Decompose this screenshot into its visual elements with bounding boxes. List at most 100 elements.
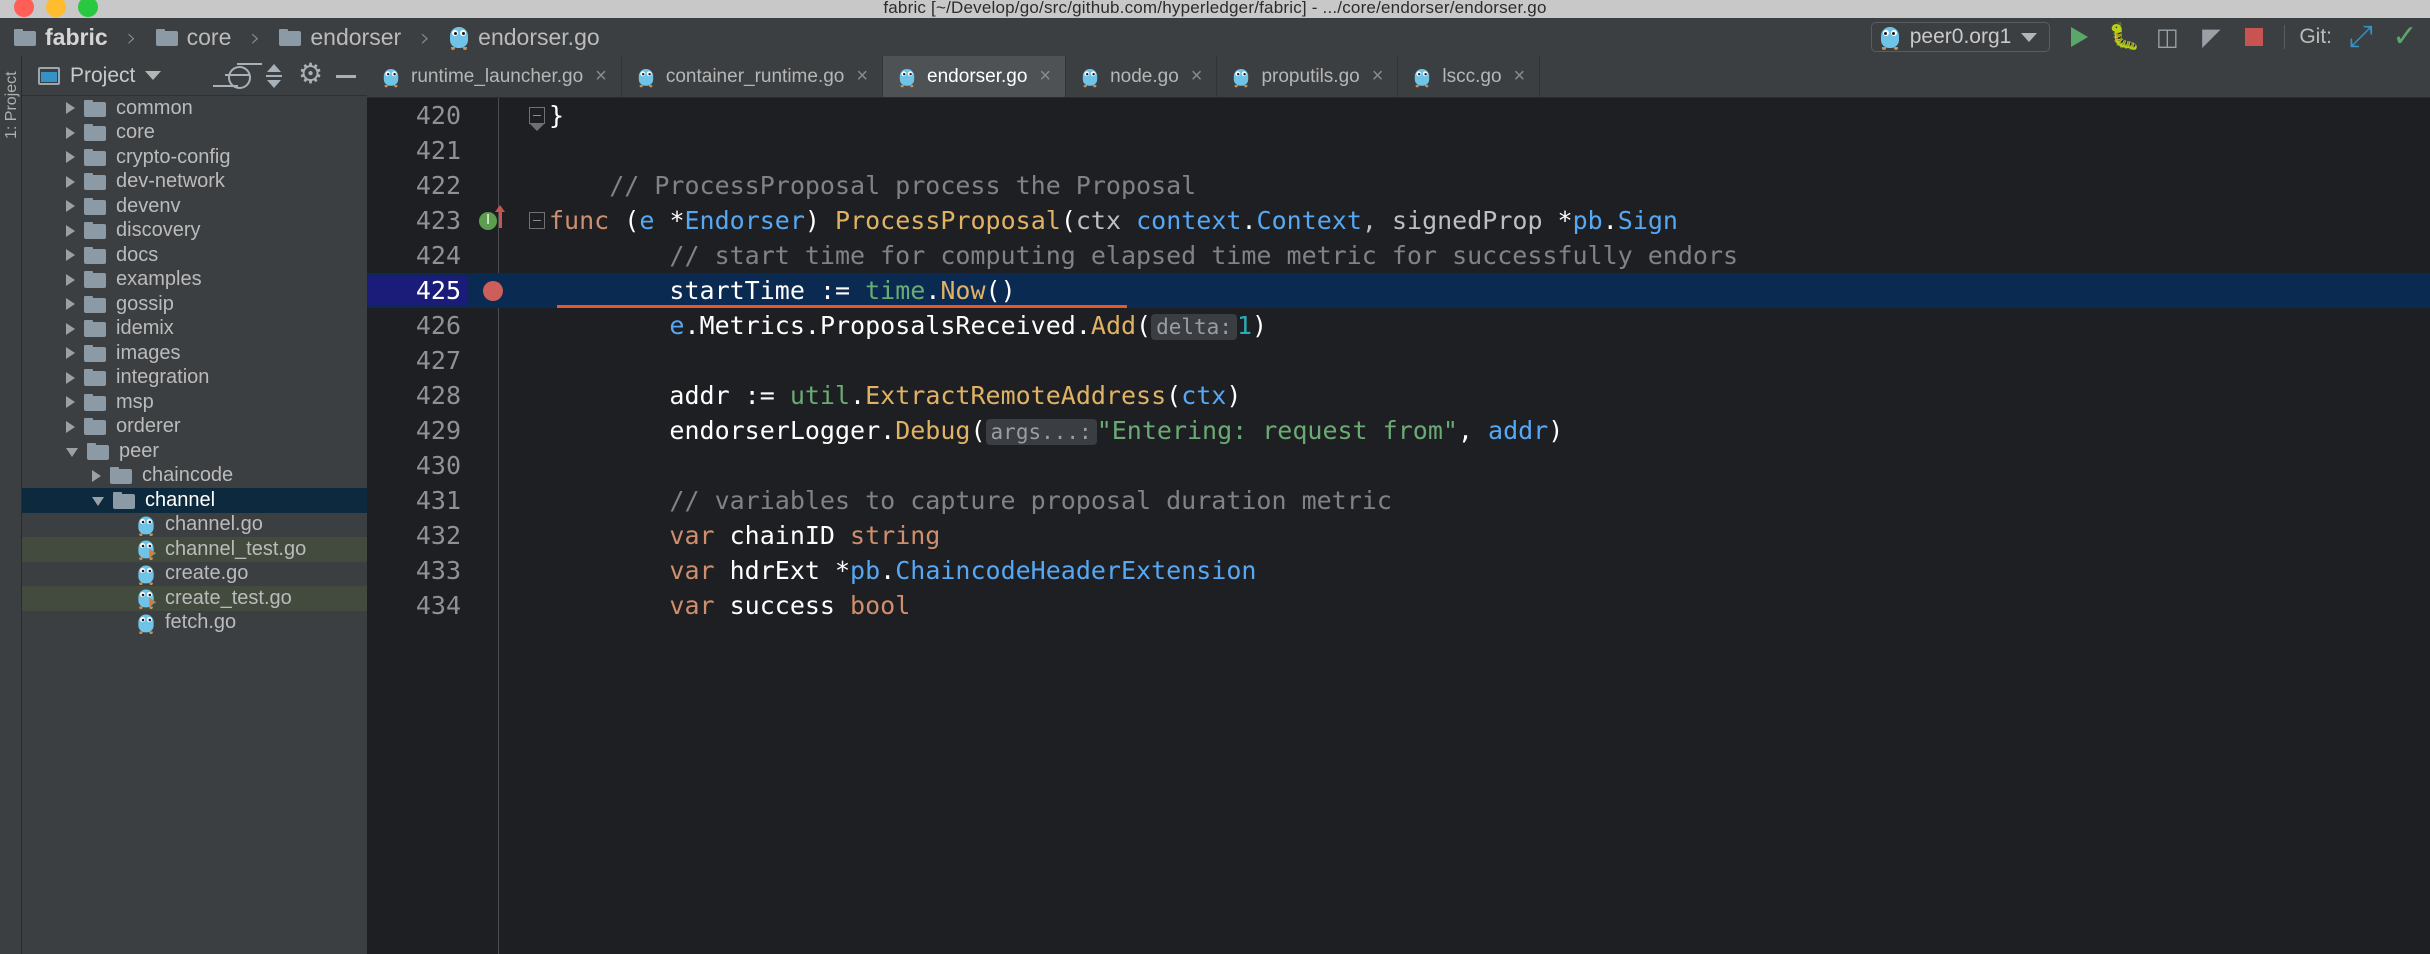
line-number[interactable]: 430 [367,451,467,480]
tree-item-common[interactable]: common [22,96,367,121]
code-text[interactable]: endorserLogger.Debug(args...: "Entering: … [547,416,2430,445]
chevron-right-icon[interactable] [66,249,75,262]
tree-item-gossip[interactable]: gossip [22,292,367,317]
tree-item-integration[interactable]: integration [22,366,367,391]
tree-item-discovery[interactable]: discovery [22,219,367,244]
tree-item-fetch-go[interactable]: fetch.go [22,611,367,636]
tree-item-channel-go[interactable]: channel.go [22,513,367,538]
code-folding-area[interactable] [525,553,547,588]
editor-tab-endorser-go[interactable]: endorser.go × [883,56,1067,97]
breakpoint-icon[interactable] [483,281,503,301]
run-configuration-selector[interactable]: peer0.org1 [1870,22,2051,52]
chevron-right-icon[interactable] [66,151,75,164]
close-icon[interactable]: × [1039,65,1051,88]
tree-item-channel-test-go[interactable]: channel_test.go [22,537,367,562]
code-text[interactable]: } [547,101,2430,130]
tree-item-create-test-go[interactable]: create_test.go [22,586,367,611]
code-folding-area[interactable] [525,483,547,518]
settings-gear-icon[interactable] [297,57,323,90]
editor-tab-bar[interactable]: runtime_launcher.go × container_runtime.go… [367,56,2430,98]
code-line-428[interactable]: 428 addr := util.ExtractRemoteAddress(ct… [367,378,2430,413]
line-number[interactable]: 426 [367,311,467,340]
editor-tab-container-runtime-go[interactable]: container_runtime.go × [622,56,884,97]
line-number[interactable]: 424 [367,241,467,270]
code-text[interactable]: var success bool [547,591,2430,620]
close-icon[interactable]: × [856,65,868,88]
chevron-right-icon[interactable] [66,396,75,409]
debug-button[interactable]: 🐛 [2108,22,2140,52]
code-lines[interactable]: 420} 421 422 // ProcessProposal process th… [367,98,2430,954]
code-folding-area[interactable] [525,203,547,238]
chevron-right-icon[interactable] [66,347,75,360]
tree-item-devenv[interactable]: devenv [22,194,367,219]
gutter-area[interactable] [467,518,525,553]
line-number[interactable]: 423 [367,206,467,235]
chevron-right-icon[interactable] [66,200,75,213]
code-text[interactable]: var hdrExt *pb.ChaincodeHeaderExtension [547,556,2430,585]
run-with-coverage-button[interactable]: ◫ [2152,22,2182,52]
chevron-right-icon[interactable] [66,322,75,335]
implements-method-icon[interactable]: I [479,212,497,230]
code-folding-area[interactable] [525,238,547,273]
tree-item-crypto-config[interactable]: crypto-config [22,145,367,170]
tree-item-chaincode[interactable]: chaincode [22,464,367,489]
line-number[interactable]: 421 [367,136,467,165]
gutter-area[interactable] [467,413,525,448]
chevron-right-icon[interactable] [66,420,75,433]
code-line-424[interactable]: 424 // start time for computing elapsed … [367,238,2430,273]
sidebar-item-project[interactable]: 1: Project [3,71,21,139]
code-folding-area[interactable] [525,343,547,378]
code-line-427[interactable]: 427 [367,343,2430,378]
code-text[interactable]: // start time for computing elapsed time… [547,241,2430,270]
code-folding-area[interactable] [525,518,547,553]
code-line-430[interactable]: 430 [367,448,2430,483]
update-project-button[interactable]: ⤢ [2346,22,2376,52]
code-line-423[interactable]: 423 Ifunc (e *Endorser) ProcessProposal(c… [367,203,2430,238]
tree-item-peer[interactable]: peer [22,439,367,464]
chevron-right-icon[interactable] [66,273,75,286]
code-folding-area[interactable] [525,413,547,448]
line-number[interactable]: 434 [367,591,467,620]
code-text[interactable]: var chainID string [547,521,2430,550]
code-line-426[interactable]: 426 e.Metrics.ProposalsReceived.Add(delt… [367,308,2430,343]
gutter-area[interactable] [467,448,525,483]
run-button[interactable] [2064,22,2094,52]
chevron-down-icon[interactable] [66,448,78,458]
tree-item-dev-network[interactable]: dev-network [22,170,367,195]
line-number[interactable]: 425 [367,276,467,305]
code-line-420[interactable]: 420} [367,98,2430,133]
code-line-431[interactable]: 431 // variables to capture proposal dur… [367,483,2430,518]
tree-item-create-go[interactable]: create.go [22,562,367,587]
stop-button[interactable] [2240,22,2270,52]
scroll-from-source-icon[interactable] [225,63,251,89]
tree-item-orderer[interactable]: orderer [22,415,367,440]
line-number[interactable]: 422 [367,171,467,200]
gutter-area[interactable] [467,133,525,168]
tree-item-idemix[interactable]: idemix [22,317,367,342]
code-text[interactable]: addr := util.ExtractRemoteAddress(ctx) [547,381,2430,410]
gutter-area[interactable] [467,483,525,518]
line-number[interactable]: 420 [367,101,467,130]
chevron-right-icon[interactable] [66,298,75,311]
profile-button[interactable]: ◤ [2196,22,2226,52]
gutter-area[interactable] [467,238,525,273]
chevron-right-icon[interactable] [66,102,75,115]
code-folding-area[interactable] [525,133,547,168]
gutter-area[interactable] [467,273,525,308]
hide-panel-icon[interactable] [333,63,359,89]
code-text[interactable]: func (e *Endorser) ProcessProposal(ctx c… [547,206,2430,235]
tree-item-msp[interactable]: msp [22,390,367,415]
code-text[interactable]: e.Metrics.ProposalsReceived.Add(delta: 1) [547,311,2430,340]
line-number[interactable]: 428 [367,381,467,410]
breadcrumb-item-core[interactable]: core [187,24,232,51]
close-icon[interactable]: × [595,65,607,88]
override-arrow-icon[interactable] [495,205,505,228]
code-folding-area[interactable] [525,98,547,133]
gutter-area[interactable] [467,343,525,378]
gutter-area[interactable]: I [467,203,525,238]
code-line-422[interactable]: 422 // ProcessProposal process the Propo… [367,168,2430,203]
code-line-425[interactable]: 425 startTime := time.Now() [367,273,2430,308]
close-icon[interactable]: × [1372,65,1384,88]
editor-tab-proputils-go[interactable]: proputils.go × [1217,56,1399,97]
gutter-area[interactable] [467,553,525,588]
